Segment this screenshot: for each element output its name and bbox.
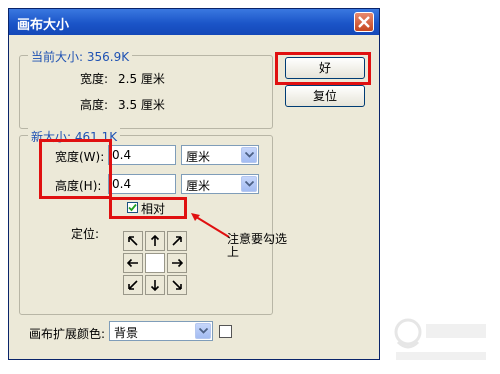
new-size-legend: 新大小: 461.1K [28,128,121,145]
chevron-down-icon[interactable] [241,176,257,192]
current-size-legend: 当前大小: 356.9K [28,48,133,65]
anchor-center[interactable] [145,253,165,273]
current-size-group: 当前大小: 356.9K 宽度: 2.5 厘米 高度: 3.5 厘米 [19,48,273,129]
arrow-up-left-icon [128,236,138,246]
anchor-bottom-left[interactable] [123,275,143,295]
extension-color-swatch[interactable] [219,325,232,338]
anchor-top-left[interactable] [123,231,143,251]
height-input[interactable] [108,174,176,194]
reset-button[interactable]: 复位 [285,85,365,107]
anchor-bottom[interactable] [145,275,165,295]
checkmark-icon [128,203,137,212]
ok-button[interactable]: 好 [285,57,365,79]
anchor-bottom-right[interactable] [167,275,187,295]
anchor-label: 定位: [71,227,100,241]
arrow-right-icon [172,258,183,268]
close-button[interactable] [354,12,374,32]
current-height-label: 高度: [80,98,109,112]
arrow-down-left-icon [128,280,138,290]
anchor-top-right[interactable] [167,231,187,251]
current-width-label: 宽度: [80,72,109,86]
height-unit-select[interactable]: 厘米 [181,174,259,194]
new-height-label: 高度(H): [55,179,102,193]
height-unit-value: 厘米 [186,179,211,193]
extension-color-value: 背景 [114,326,139,340]
chevron-down-icon[interactable] [241,147,257,163]
new-width-label: 宽度(W): [55,150,105,164]
width-unit-select[interactable]: 厘米 [181,145,259,165]
arrow-up-icon [150,235,160,246]
width-input[interactable] [108,145,176,165]
arrow-down-right-icon [172,280,182,290]
anchor-top[interactable] [145,231,165,251]
anchor-grid [123,231,187,295]
relative-label: 相对 [141,202,166,216]
chevron-down-icon[interactable] [195,323,211,339]
extension-color-select[interactable]: 背景 [109,321,213,341]
annotation-note: 注意要勾选上 [227,232,288,259]
canvas-size-dialog: 画布大小 当前大小: 356.9K 宽度: 2.5 厘米 高度: 3.5 厘米 … [8,8,380,360]
close-icon [358,16,370,28]
dialog-title: 画布大小 [17,18,70,33]
arrow-down-icon [150,280,160,291]
current-height-value: 3.5 厘米 [118,98,165,112]
title-bar: 画布大小 [9,9,379,35]
current-width-value: 2.5 厘米 [118,72,165,86]
anchor-left[interactable] [123,253,143,273]
arrow-left-icon [127,258,138,268]
arrow-up-right-icon [172,236,182,246]
width-unit-value: 厘米 [186,150,211,164]
extension-color-label: 画布扩展颜色: [29,327,106,341]
relative-checkbox[interactable] [127,202,138,213]
watermark-logo [394,318,486,360]
anchor-right[interactable] [167,253,187,273]
